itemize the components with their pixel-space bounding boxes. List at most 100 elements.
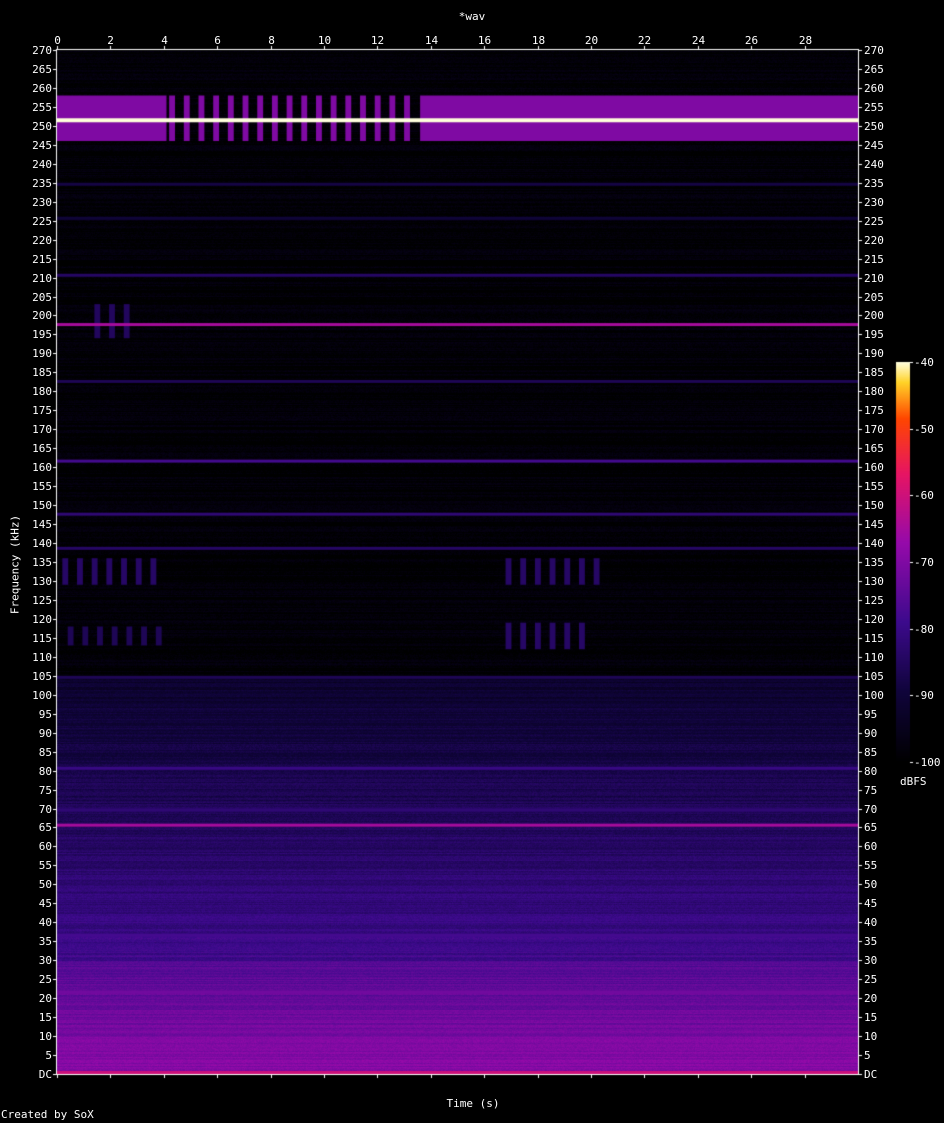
y-tick-label-right: 60: [864, 839, 878, 853]
y-tick-label-left: 160: [32, 460, 52, 474]
y-tick-label-left: 170: [32, 422, 52, 436]
footer-credit: Created by SoX: [1, 1108, 94, 1121]
y-tick-label-left: 265: [32, 62, 52, 76]
y-tick-label-right: 245: [864, 138, 884, 152]
y-tick-label-right: 210: [864, 271, 884, 285]
y-tick-label-left: 60: [38, 839, 52, 853]
y-tick-label-left: DC: [38, 1067, 52, 1081]
y-tick-label-left: 90: [38, 726, 52, 740]
y-tick-label-left: 150: [32, 498, 52, 512]
chart-title: *wav: [458, 10, 486, 23]
x-tick-label: 12: [370, 34, 385, 47]
y-tick-label-right: 95: [864, 707, 878, 721]
y-tick-label-right: 145: [864, 517, 884, 531]
spectrogram-canvas: [0, 0, 944, 1123]
y-tick-label-left: 270: [32, 43, 52, 57]
y-tick-label-right: 195: [864, 327, 884, 341]
x-tick-label: 18: [531, 34, 546, 47]
x-tick-label: 16: [477, 34, 492, 47]
y-tick-label-right: 240: [864, 157, 884, 171]
y-tick-label-left: 45: [38, 896, 52, 910]
x-tick-label: 14: [424, 34, 439, 47]
y-tick-label-right: 25: [864, 972, 878, 986]
y-tick-label-right: 85: [864, 745, 878, 759]
x-tick-label: 26: [744, 34, 759, 47]
y-tick-label-right: 255: [864, 100, 884, 114]
y-tick-label-left: 135: [32, 555, 52, 569]
y-tick-label-left: 140: [32, 536, 52, 550]
y-tick-label-left: 80: [38, 764, 52, 778]
y-tick-label-left: 165: [32, 441, 52, 455]
y-tick-label-left: 205: [32, 290, 52, 304]
y-tick-label-right: 215: [864, 252, 884, 266]
y-tick-label-left: 230: [32, 195, 52, 209]
y-tick-label-right: 30: [864, 953, 878, 967]
x-tick-label: 10: [317, 34, 332, 47]
y-tick-label-right: DC: [864, 1067, 878, 1081]
y-tick-label-right: 225: [864, 214, 884, 228]
y-tick-label-left: 155: [32, 479, 52, 493]
y-tick-label-right: 70: [864, 802, 878, 816]
colorbar-tick-label: -90: [914, 688, 934, 702]
y-tick-label-left: 210: [32, 271, 52, 285]
x-tick-label: 20: [584, 34, 599, 47]
y-tick-label-left: 145: [32, 517, 52, 531]
y-tick-label-left: 180: [32, 384, 52, 398]
x-tick-label: 4: [161, 34, 168, 47]
y-tick-label-left: 30: [38, 953, 52, 967]
y-tick-label-left: 100: [32, 688, 52, 702]
y-tick-label-right: 45: [864, 896, 878, 910]
y-tick-label-right: 250: [864, 119, 884, 133]
y-tick-label-left: 255: [32, 100, 52, 114]
y-tick-label-right: 50: [864, 877, 878, 891]
y-tick-label-right: 180: [864, 384, 884, 398]
y-tick-label-right: 5: [864, 1048, 871, 1062]
y-tick-label-left: 55: [38, 858, 52, 872]
x-tick-label: 8: [268, 34, 275, 47]
y-tick-label-right: 265: [864, 62, 884, 76]
y-tick-label-left: 240: [32, 157, 52, 171]
y-tick-label-right: 80: [864, 764, 878, 778]
y-tick-label-left: 200: [32, 308, 52, 322]
y-tick-label-right: 270: [864, 43, 884, 57]
y-tick-label-left: 35: [38, 934, 52, 948]
colorbar-label: dBFS: [900, 775, 927, 788]
y-tick-label-right: 140: [864, 536, 884, 550]
y-tick-label-left: 5: [45, 1048, 52, 1062]
y-tick-label-right: 235: [864, 176, 884, 190]
y-tick-label-right: 100: [864, 688, 884, 702]
colorbar-tick-label: -40: [914, 355, 934, 369]
y-tick-label-right: 205: [864, 290, 884, 304]
y-tick-label-right: 35: [864, 934, 878, 948]
y-tick-label-left: 220: [32, 233, 52, 247]
y-tick-label-left: 190: [32, 346, 52, 360]
y-tick-label-right: 200: [864, 308, 884, 322]
colorbar-tick-label: -60: [914, 488, 934, 502]
y-tick-label-right: 120: [864, 612, 884, 626]
y-tick-label-left: 105: [32, 669, 52, 683]
y-tick-label-right: 15: [864, 1010, 878, 1024]
y-tick-label-right: 230: [864, 195, 884, 209]
y-tick-label-left: 120: [32, 612, 52, 626]
y-tick-label-left: 175: [32, 403, 52, 417]
y-tick-label-left: 70: [38, 802, 52, 816]
y-tick-label-right: 175: [864, 403, 884, 417]
y-tick-label-left: 130: [32, 574, 52, 588]
y-tick-label-left: 110: [32, 650, 52, 664]
y-tick-label-right: 125: [864, 593, 884, 607]
y-tick-label-right: 10: [864, 1029, 878, 1043]
y-tick-label-right: 110: [864, 650, 884, 664]
y-tick-label-right: 170: [864, 422, 884, 436]
y-tick-label-left: 115: [32, 631, 52, 645]
y-tick-label-left: 245: [32, 138, 52, 152]
y-tick-label-right: 190: [864, 346, 884, 360]
y-tick-label-left: 185: [32, 365, 52, 379]
y-tick-label-left: 215: [32, 252, 52, 266]
y-tick-label-left: 10: [38, 1029, 52, 1043]
y-tick-label-right: 160: [864, 460, 884, 474]
y-tick-label-right: 165: [864, 441, 884, 455]
colorbar-tick-label: -80: [914, 622, 934, 636]
y-tick-label-right: 185: [864, 365, 884, 379]
y-tick-label-left: 195: [32, 327, 52, 341]
y-tick-label-right: 65: [864, 820, 878, 834]
